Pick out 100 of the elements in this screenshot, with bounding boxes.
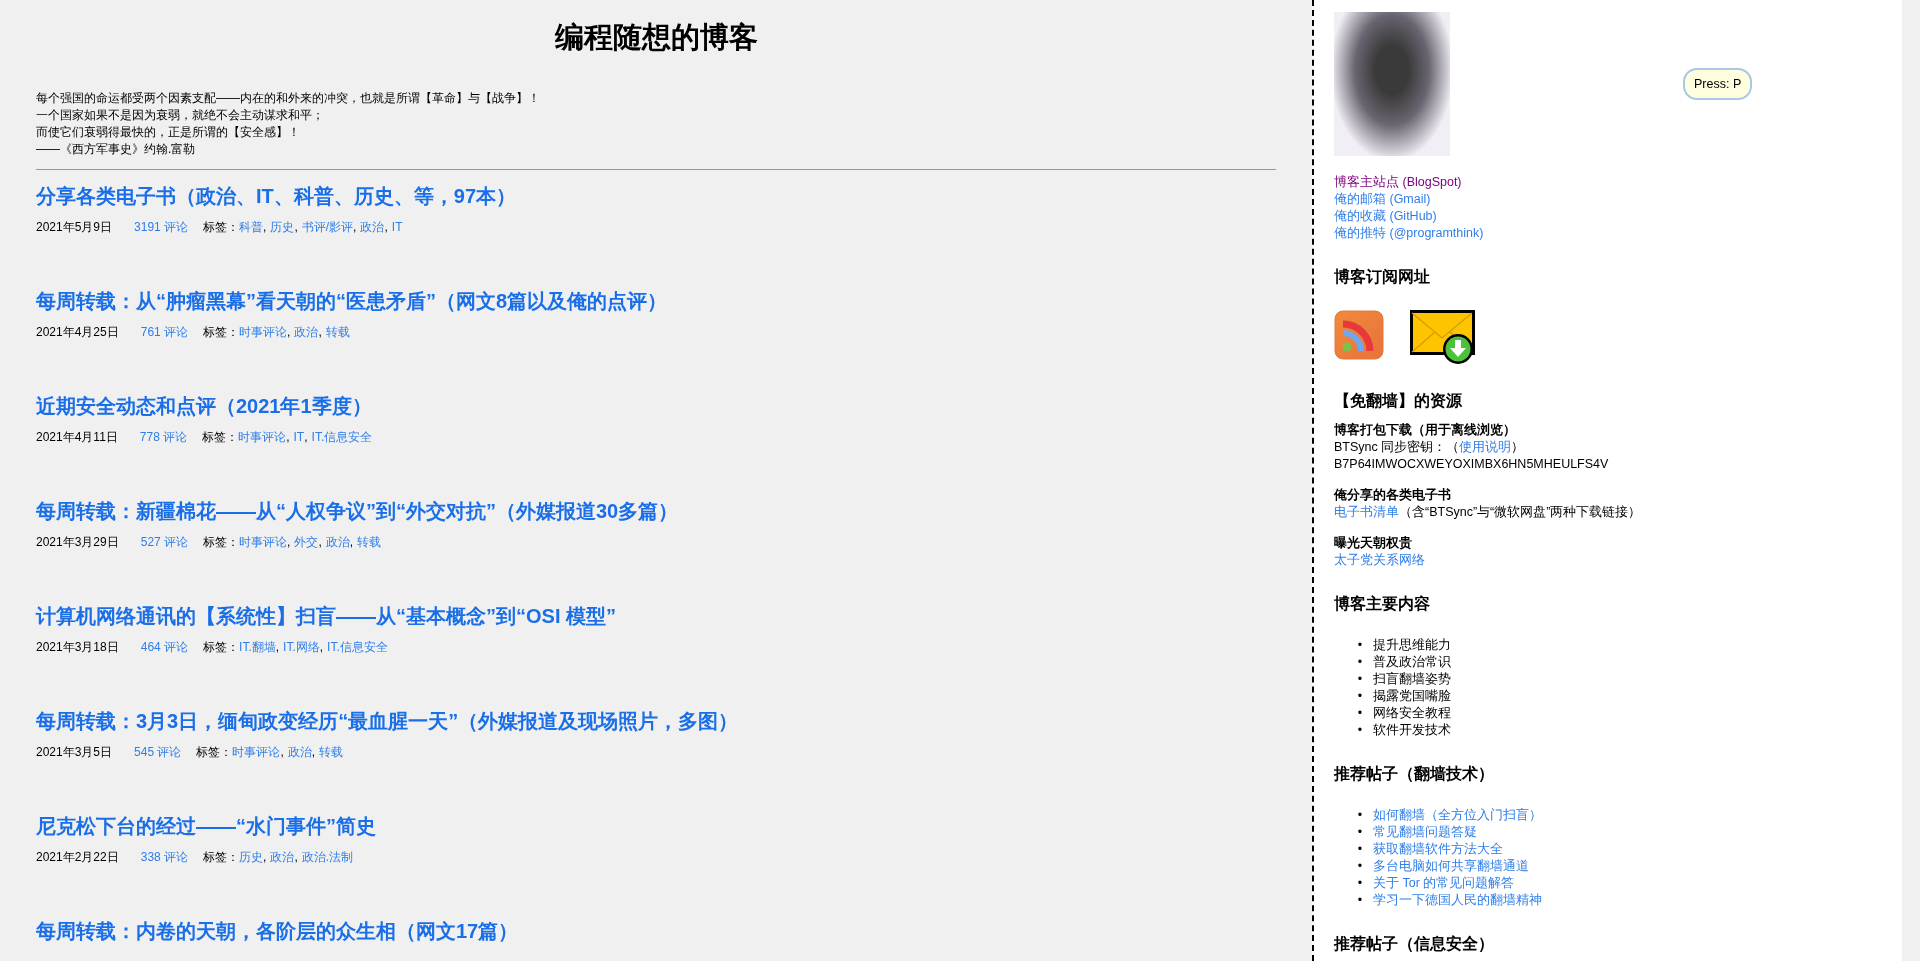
- post-title-link[interactable]: 每周转载：内卷的天朝，各阶层的众生相（网文17篇）: [36, 917, 519, 945]
- resource-link[interactable]: 电子书清单: [1334, 505, 1399, 519]
- quote-line: 一个国家如果不是因为衰弱，就绝不会主动谋求和平；: [36, 107, 324, 124]
- tag-separator: ,: [353, 219, 357, 235]
- resource-line: 电子书清单（含“BTSync”与“微软网盘”两种下载链接）: [1334, 504, 1642, 521]
- post-title-link[interactable]: 尼克松下台的经过——“水门事件”简史: [36, 812, 376, 840]
- comments-link[interactable]: 464 评论: [140, 639, 189, 655]
- tag-link[interactable]: 书评/影评: [301, 219, 354, 235]
- sidebar-link[interactable]: 俺的邮箱 (Gmail): [1334, 191, 1431, 208]
- resource-line: BTSync 同步密钥：（使用说明）: [1334, 439, 1525, 456]
- resource-text: B7P64IMWOCXWEYOXIMBX6HN5MHEULFS4V: [1334, 456, 1609, 473]
- post-title-link[interactable]: 每周转载：3月3日，缅甸政变经历“最血腥一天”（外媒报道及现场照片，多图）: [36, 707, 739, 735]
- tag-separator: ,: [349, 534, 354, 550]
- sidebar-link[interactable]: 俺的推特 (@programthink): [1334, 225, 1484, 242]
- tags-label: 标签：: [203, 324, 240, 340]
- section-heading: 推荐帖子（翻墙技术）: [1334, 764, 1494, 784]
- section-heading: 推荐帖子（信息安全）: [1334, 934, 1494, 954]
- tags-label: 标签：: [202, 429, 239, 445]
- comments-link[interactable]: 778 评论: [139, 429, 188, 445]
- resource-heading: 曝光天朝权贵: [1334, 535, 1412, 552]
- tag-link[interactable]: IT.翻墙: [239, 639, 276, 655]
- tags-label: 标签：: [203, 849, 240, 865]
- tag-separator: ,: [294, 219, 298, 235]
- bullet-mark: •: [1356, 722, 1364, 739]
- tag-link[interactable]: 科普: [239, 219, 264, 235]
- envelope-download-icon[interactable]: [1410, 310, 1476, 366]
- tag-link[interactable]: IT: [293, 429, 305, 445]
- bullet-mark: •: [1356, 875, 1364, 892]
- tag-link[interactable]: 转载: [325, 324, 350, 340]
- blog-title: 编程随想的博客: [553, 20, 759, 55]
- bullet-mark: •: [1356, 654, 1364, 671]
- tag-separator: ,: [311, 744, 316, 760]
- sidebar-link[interactable]: 博客主站点 (BlogSpot): [1334, 174, 1462, 191]
- bullet-mark: •: [1356, 892, 1364, 909]
- post-date: 2021年3月18日: [36, 639, 119, 655]
- tag-link[interactable]: 政治: [360, 219, 385, 235]
- tag-link[interactable]: 时事评论: [239, 534, 288, 550]
- comments-link[interactable]: 338 评论: [140, 849, 189, 865]
- tag-link[interactable]: 政治: [287, 744, 312, 760]
- bullet-mark: •: [1356, 637, 1364, 654]
- resource-heading: 俺分享的各类电子书: [1334, 487, 1451, 504]
- list-item-text: 普及政治常识: [1373, 654, 1451, 671]
- tag-link[interactable]: IT.信息安全: [311, 429, 373, 445]
- rss-feed-icon[interactable]: [1334, 310, 1384, 360]
- tags-label: 标签：: [203, 534, 240, 550]
- tag-link[interactable]: 外交: [294, 534, 319, 550]
- list-link[interactable]: 多台电脑如何共享翻墙通道: [1373, 858, 1529, 875]
- tag-link[interactable]: 政治: [270, 849, 295, 865]
- tags-label: 标签：: [196, 744, 233, 760]
- tag-link[interactable]: 转载: [357, 534, 382, 550]
- tag-separator: ,: [286, 429, 290, 445]
- tag-separator: ,: [275, 639, 280, 655]
- quote-line: 每个强国的命运都受两个因素支配——内在的和外来的冲突，也就是所谓【革命】与【战争】！: [36, 90, 540, 107]
- list-link[interactable]: 如何翻墙（全方位入门扫盲）: [1373, 807, 1542, 824]
- list-link[interactable]: 常见翻墙问题答疑: [1373, 824, 1477, 841]
- tag-separator: ,: [319, 639, 324, 655]
- resource-link[interactable]: 使用说明: [1459, 440, 1512, 454]
- post-title-link[interactable]: 计算机网络通讯的【系统性】扫盲——从“基本概念”到“OSI 模型”: [36, 602, 616, 630]
- quote-line: 而使它们衰弱得最快的，正是所谓的【安全感】！: [36, 124, 300, 141]
- list-link[interactable]: 关于 Tor 的常见问题解答: [1373, 875, 1515, 892]
- tag-separator: ,: [294, 849, 298, 865]
- bullet-mark: •: [1356, 705, 1364, 722]
- tag-link[interactable]: 转载: [319, 744, 344, 760]
- tag-link[interactable]: 历史: [239, 849, 264, 865]
- post-date: 2021年4月11日: [36, 429, 118, 445]
- tag-link[interactable]: 历史: [270, 219, 295, 235]
- tag-link[interactable]: IT: [391, 219, 403, 235]
- post-date: 2021年3月5日: [36, 744, 113, 760]
- tag-separator: ,: [318, 534, 322, 550]
- post-title-link[interactable]: 分享各类电子书（政治、IT、科普、历史、等，97本）: [36, 182, 517, 210]
- post-title-link[interactable]: 每周转载：新疆棉花——从“人权争议”到“外交对抗”（外媒报道30多篇）: [36, 497, 679, 525]
- tag-link[interactable]: IT.信息安全: [327, 639, 388, 655]
- sidebar-link[interactable]: 俺的收藏 (GitHub): [1334, 208, 1437, 225]
- tag-link[interactable]: 时事评论: [239, 324, 288, 340]
- tags-label: 标签：: [203, 219, 240, 235]
- bullet-mark: •: [1356, 824, 1364, 841]
- bullet-mark: •: [1356, 858, 1364, 875]
- tag-link[interactable]: 政治.法制: [301, 849, 354, 865]
- list-item-text: 网络安全教程: [1373, 705, 1451, 722]
- comments-link[interactable]: 3191 评论: [134, 219, 189, 235]
- post-date: 2021年5月9日: [36, 219, 113, 235]
- post-title-link[interactable]: 每周转载：从“肿瘤黑幕”看天朝的“医患矛盾”（网文8篇以及俺的点评）: [36, 287, 668, 315]
- list-link[interactable]: 获取翻墙软件方法大全: [1373, 841, 1503, 858]
- comments-link[interactable]: 527 评论: [140, 534, 189, 550]
- list-link[interactable]: 学习一下德国人民的翻墙精神: [1373, 892, 1542, 909]
- resource-link[interactable]: 太子党关系网络: [1334, 552, 1425, 569]
- bullet-mark: •: [1356, 671, 1364, 688]
- tag-separator: ,: [263, 219, 267, 235]
- comments-link[interactable]: 761 评论: [140, 324, 189, 340]
- resource-heading: 博客打包下载（用于离线浏览）: [1334, 422, 1516, 439]
- tag-link[interactable]: 政治: [294, 324, 319, 340]
- tag-link[interactable]: 时事评论: [232, 744, 281, 760]
- comments-link[interactable]: 545 评论: [134, 744, 182, 760]
- tag-link[interactable]: 政治: [325, 534, 350, 550]
- bullet-mark: •: [1356, 807, 1364, 824]
- list-item-text: 扫盲翻墙姿势: [1373, 671, 1451, 688]
- post-title-link[interactable]: 近期安全动态和点评（2021年1季度）: [36, 392, 372, 420]
- list-item-text: 揭露党国嘴脸: [1373, 688, 1451, 705]
- tag-link[interactable]: IT.网络: [283, 639, 320, 655]
- tag-link[interactable]: 时事评论: [238, 429, 287, 445]
